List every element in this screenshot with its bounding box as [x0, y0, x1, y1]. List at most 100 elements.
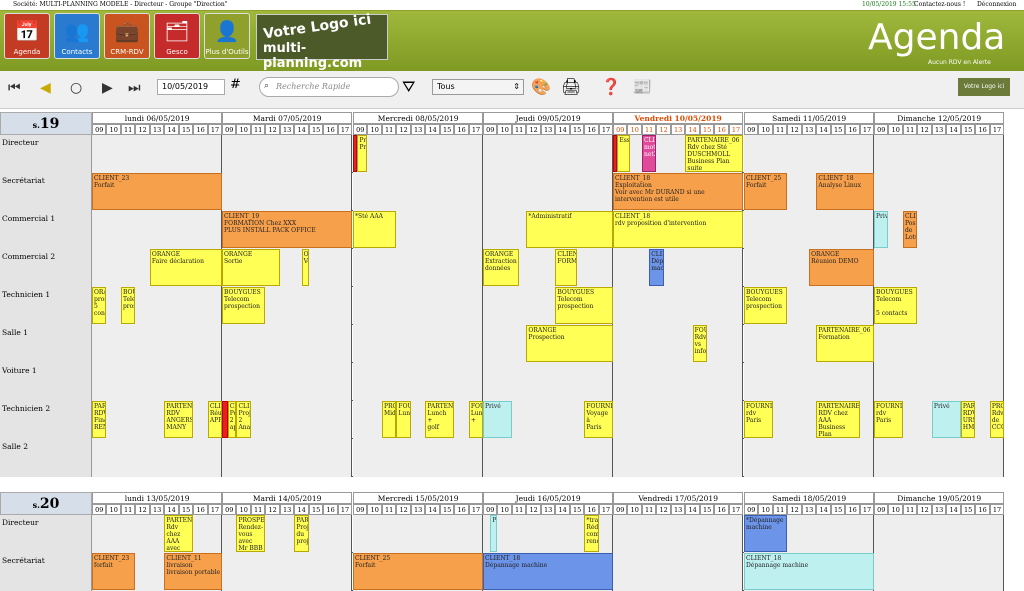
appointment-block[interactable]: FOU Lunc: [396, 401, 411, 438]
day-slot[interactable]: [613, 249, 744, 287]
appointment-block[interactable]: Pr: [490, 515, 498, 552]
day-slot[interactable]: [613, 553, 744, 591]
appointment-block[interactable]: CLIENT_18 Dépannage machine: [483, 553, 614, 590]
appointment-block[interactable]: CLIENT_23 Forfait: [92, 173, 223, 210]
appointment-block[interactable]: CLIENT_18 Dépannage machine: [744, 553, 875, 590]
appointment-block[interactable]: OR Vé: [301, 249, 309, 286]
day-slot[interactable]: [874, 325, 1005, 363]
contact-link[interactable]: Contactez-nous !: [914, 1, 965, 8]
appointment-block[interactable]: PARTENA Lunch + golf: [425, 401, 455, 438]
appointment-block[interactable]: *Administratif: [526, 211, 614, 248]
appointment-block[interactable]: *Dépannage machine: [744, 515, 788, 552]
appointment-block[interactable]: BOUYGUES Telecom 5 contacts: [874, 287, 918, 324]
appointment-block[interactable]: FOURNISS Voyage à Paris: [584, 401, 614, 438]
day-slot[interactable]: [483, 173, 614, 211]
day-slot[interactable]: [874, 211, 1005, 249]
appointment-block[interactable]: PART RDV Final REN: [92, 401, 107, 438]
day-slot[interactable]: [353, 515, 484, 553]
day-slot[interactable]: [613, 287, 744, 325]
day-slot[interactable]: [483, 363, 614, 401]
news-icon[interactable]: 📰: [632, 77, 652, 96]
logout-link[interactable]: Déconnexion: [977, 1, 1016, 8]
appointment-block[interactable]: *trav Rédi comp rend: [584, 515, 599, 552]
day-slot[interactable]: [353, 249, 484, 287]
day-slot[interactable]: [874, 135, 1005, 173]
day-slot[interactable]: [613, 439, 744, 477]
appointment-block[interactable]: *Sté AAA: [353, 211, 397, 248]
appointment-block[interactable]: PRO Rdv de CCC: [989, 401, 1005, 438]
module-tools-button[interactable]: 👤 Plus d'Outils: [204, 13, 250, 59]
palette-icon[interactable]: 🎨: [531, 77, 551, 96]
day-header[interactable]: Samedi 11/05/2019: [744, 112, 875, 124]
day-slot[interactable]: [92, 515, 223, 553]
appointment-block[interactable]: CLIENT_25 Forfait: [353, 553, 484, 590]
appointment-block[interactable]: CLIE Poin 2 appe: [227, 401, 237, 438]
appointment-block[interactable]: CLIENT_18 Exploitation Voir avec Mr DURA…: [613, 173, 744, 210]
day-slot[interactable]: [92, 363, 223, 401]
help-icon[interactable]: ❓: [601, 77, 621, 96]
appointment-block[interactable]: PARTENAIRE_06 Rdv chez Sté DUSCHMOLL Bus…: [685, 135, 744, 172]
appointment-block[interactable]: BOUYGUES Telecom prospection: [222, 287, 266, 324]
appointment-block[interactable]: CLIENT_25 Forfait: [744, 173, 788, 210]
day-slot[interactable]: [222, 439, 353, 477]
filter-icon[interactable]: ⛛: [402, 77, 415, 97]
appointment-block[interactable]: CLIENT FORMA: [555, 249, 578, 286]
module-people-button[interactable]: 👥 Contacts: [54, 13, 100, 59]
module-crm-button[interactable]: 💼 CRM-RDV: [104, 13, 150, 59]
appointment-block[interactable]: FOURNIS rdv Paris: [874, 401, 903, 438]
appointment-block[interactable]: PROSPEC Rendez- vous avec Mr BBB: [236, 515, 266, 552]
day-slot[interactable]: [483, 439, 614, 477]
module-briefcase-button[interactable]: 🗂 Gesco: [154, 13, 200, 59]
day-slot[interactable]: [92, 439, 223, 477]
day-header[interactable]: Dimanche 12/05/2019: [874, 112, 1005, 124]
day-header[interactable]: Mardi 14/05/2019: [222, 492, 353, 504]
day-header[interactable]: Vendredi 17/05/2019: [613, 492, 744, 504]
appointment-block[interactable]: CLIENT_19 FORMATION Chez XXX PLUS INSTAL…: [222, 211, 353, 248]
appointment-block[interactable]: FOUR Lunch +: [468, 401, 484, 438]
last-week-icon[interactable]: ⏭: [128, 80, 141, 96]
day-header[interactable]: Dimanche 19/05/2019: [874, 492, 1005, 504]
day-slot[interactable]: [353, 401, 484, 439]
appointment-block[interactable]: Privé: [931, 401, 961, 438]
date-input[interactable]: 10/05/2019: [157, 79, 225, 95]
appointment-block[interactable]: ORANGE Extraction données: [483, 249, 520, 286]
day-slot[interactable]: [874, 553, 1005, 591]
day-slot[interactable]: [353, 325, 484, 363]
day-header[interactable]: Jeudi 09/05/2019: [483, 112, 614, 124]
next-week-icon[interactable]: ▶: [102, 80, 113, 96]
appointment-block[interactable]: PAR RDV URS HME: [960, 401, 976, 438]
day-slot[interactable]: [222, 553, 353, 591]
day-slot[interactable]: [92, 135, 223, 173]
appointment-block[interactable]: CLIENT_18 rdv proposition d'intervention: [613, 211, 744, 248]
grid-icon[interactable]: #: [230, 77, 241, 92]
appointment-block[interactable]: ORANGE Faire déclaration: [149, 249, 223, 286]
day-slot[interactable]: [874, 515, 1005, 553]
appointment-block[interactable]: PARTENAIRE_06 Formation: [816, 325, 875, 362]
prev-week-icon[interactable]: ◀: [40, 80, 51, 96]
appointment-block[interactable]: CLIE Dép mach: [649, 249, 664, 286]
day-slot[interactable]: [744, 363, 875, 401]
day-slot[interactable]: [222, 135, 353, 173]
appointment-block[interactable]: Privé: [483, 401, 512, 438]
day-slot[interactable]: [92, 287, 223, 325]
appointment-block[interactable]: CLIE Réu APPE: [207, 401, 223, 438]
appointment-block[interactable]: ORANGE Prospection: [526, 325, 614, 362]
day-slot[interactable]: [222, 363, 353, 401]
appointment-block[interactable]: BOUYGUES Telecom prospection: [555, 287, 614, 324]
appointment-block[interactable]: BOUYGUES Telecom prospection: [744, 287, 788, 324]
appointment-block[interactable]: Essai: [617, 135, 631, 172]
appointment-block[interactable]: PRO Midi: [381, 401, 397, 438]
day-slot[interactable]: [613, 325, 744, 363]
day-header[interactable]: Vendredi 10/05/2019: [613, 112, 744, 124]
day-slot[interactable]: [874, 173, 1005, 211]
appointment-block[interactable]: FOU Rdv vs infor: [692, 325, 708, 362]
day-slot[interactable]: [874, 363, 1005, 401]
day-slot[interactable]: [874, 439, 1005, 477]
first-week-icon[interactable]: ⏮: [8, 80, 21, 96]
day-header[interactable]: Jeudi 16/05/2019: [483, 492, 614, 504]
day-slot[interactable]: [483, 135, 614, 173]
day-header[interactable]: Samedi 18/05/2019: [744, 492, 875, 504]
day-slot[interactable]: [613, 363, 744, 401]
print-icon[interactable]: 🖨: [561, 77, 581, 96]
appointment-block[interactable]: CLIENT_23 forfait: [92, 553, 136, 590]
